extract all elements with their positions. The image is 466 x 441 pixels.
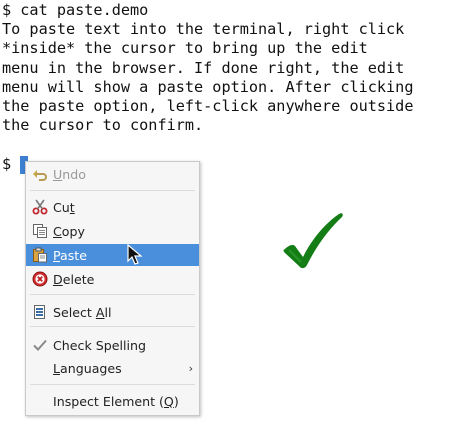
terminal-line: the paste option, left-click anywhere ou… — [2, 96, 414, 115]
menu-item-label: Select All — [53, 304, 112, 320]
menu-item-label: Copy — [53, 223, 85, 239]
clipboard-icon — [32, 247, 48, 263]
menu-item-undo[interactable]: Undo — [26, 163, 199, 185]
menu-item-languages[interactable]: Languages › — [26, 357, 199, 379]
chevron-right-icon: › — [188, 361, 193, 375]
menu-item-copy[interactable]: Copy — [26, 220, 199, 242]
context-menu: Undo Cut Copy Paste Delete Select All Ch… — [25, 161, 200, 416]
menu-separator — [30, 326, 195, 327]
menu-item-paste[interactable]: Paste — [26, 244, 199, 266]
terminal-line: menu in the browser. If done right, the … — [2, 58, 405, 77]
select-all-icon — [32, 304, 48, 320]
menu-item-label: Languages — [53, 360, 122, 376]
terminal-line: *inside* the cursor to bring up the edit — [2, 39, 368, 58]
checkmark-icon — [32, 337, 48, 353]
menu-separator — [30, 294, 195, 295]
terminal-line: $ cat paste.demo — [2, 1, 149, 19]
terminal-line: menu will show a paste option. After cli… — [2, 77, 414, 96]
delete-icon — [32, 271, 48, 287]
terminal-output: $ cat paste.demo To paste text into the … — [2, 1, 413, 135]
menu-separator — [30, 190, 195, 191]
copy-icon — [32, 223, 48, 239]
green-checkmark-icon — [283, 213, 343, 269]
menu-item-label: Paste — [53, 247, 87, 263]
menu-item-delete[interactable]: Delete — [26, 268, 199, 290]
terminal-line: the cursor to confirm. — [2, 116, 204, 135]
menu-item-inspect-element[interactable]: Inspect Element (Q) — [26, 390, 199, 412]
menu-separator — [30, 384, 195, 385]
menu-item-label: Check Spelling — [53, 337, 146, 353]
terminal-prompt: $ — [2, 155, 12, 173]
mouse-pointer-icon — [127, 244, 143, 265]
menu-item-label: Inspect Element (Q) — [53, 393, 179, 409]
menu-item-label: Undo — [53, 166, 86, 182]
menu-item-label: Delete — [53, 271, 95, 287]
terminal-line: To paste text into the terminal, right c… — [2, 20, 405, 39]
undo-icon — [32, 166, 48, 182]
menu-item-select-all[interactable]: Select All — [26, 301, 199, 323]
menu-item-cut[interactable]: Cut — [26, 196, 199, 218]
scissors-icon — [32, 199, 48, 215]
menu-item-check-spelling[interactable]: Check Spelling — [26, 334, 199, 356]
menu-item-label: Cut — [53, 199, 75, 215]
